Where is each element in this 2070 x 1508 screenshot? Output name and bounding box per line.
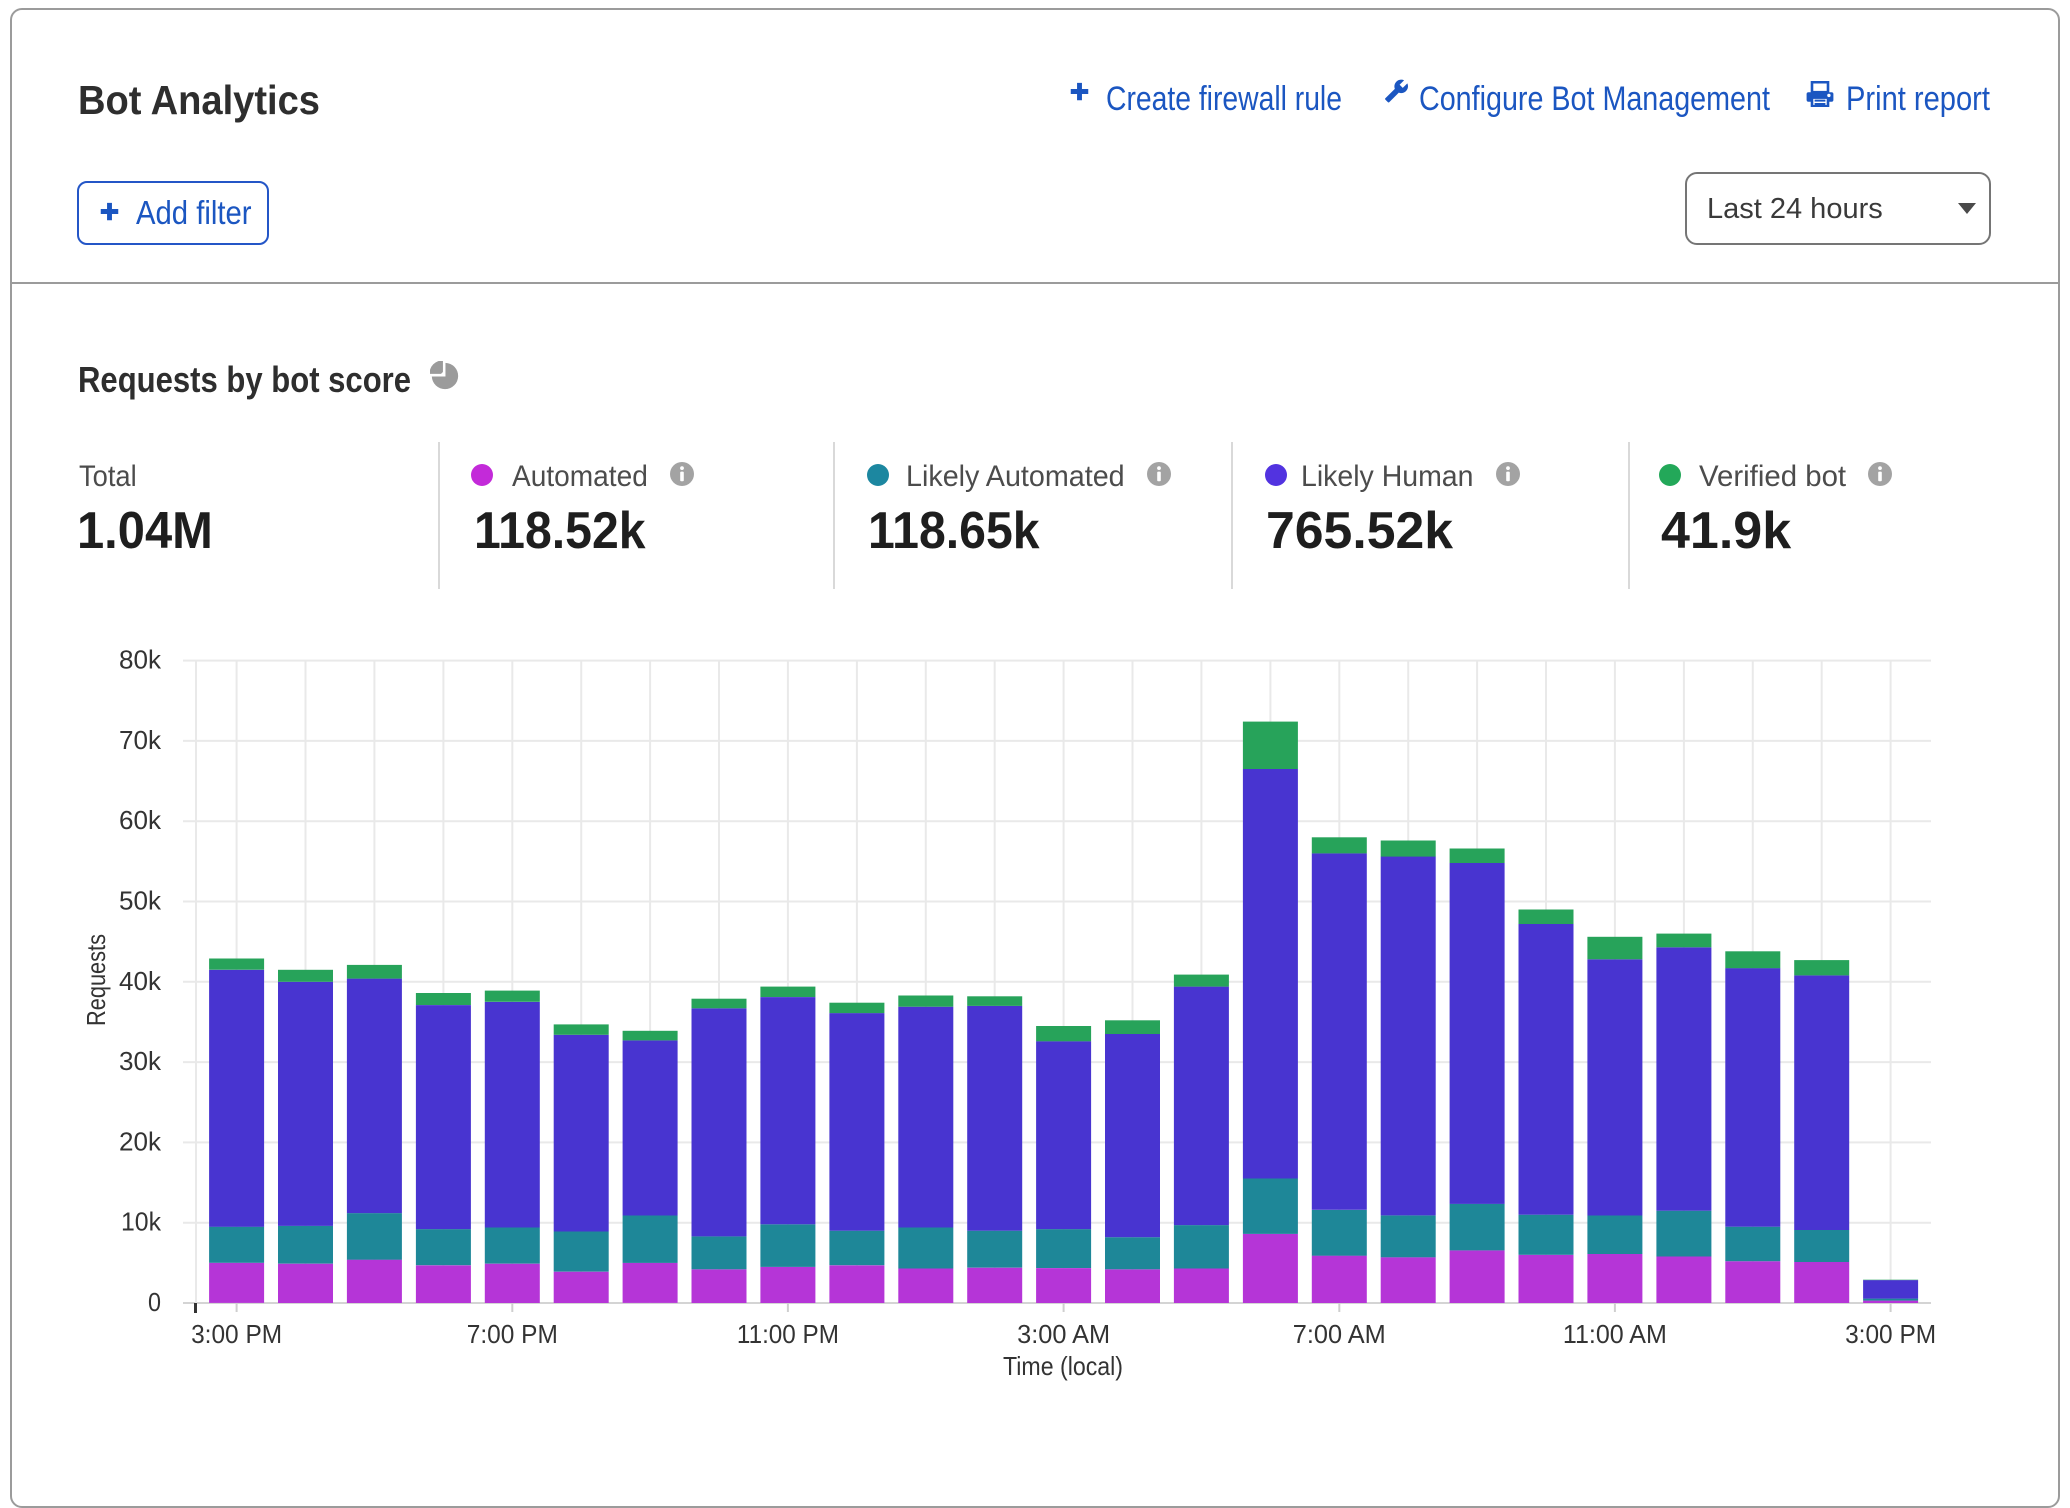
svg-text:7:00 PM: 7:00 PM <box>467 1319 558 1349</box>
svg-text:Time (local): Time (local) <box>1003 1351 1123 1381</box>
svg-text:30k: 30k <box>119 1046 162 1076</box>
svg-text:50k: 50k <box>119 886 162 916</box>
svg-text:60k: 60k <box>119 805 162 835</box>
svg-text:Requests: Requests <box>81 934 111 1026</box>
svg-text:3:00 PM: 3:00 PM <box>1845 1319 1936 1349</box>
svg-text:11:00 PM: 11:00 PM <box>737 1319 839 1349</box>
svg-text:7:00 AM: 7:00 AM <box>1293 1319 1386 1349</box>
svg-text:0: 0 <box>148 1287 161 1317</box>
svg-text:11:00 AM: 11:00 AM <box>1563 1319 1667 1349</box>
svg-text:20k: 20k <box>119 1126 162 1156</box>
svg-text:70k: 70k <box>119 725 162 755</box>
svg-text:10k: 10k <box>121 1207 162 1237</box>
svg-text:3:00 PM: 3:00 PM <box>191 1319 282 1349</box>
svg-text:80k: 80k <box>119 645 162 675</box>
svg-text:40k: 40k <box>119 966 162 996</box>
svg-text:3:00 AM: 3:00 AM <box>1017 1319 1110 1349</box>
